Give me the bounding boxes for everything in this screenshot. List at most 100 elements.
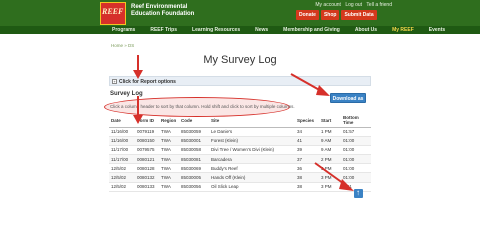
cell-site: Forest (Klein): [209, 136, 295, 146]
cell-date: 11/17/00: [109, 145, 135, 156]
cell-region: TWA: [159, 154, 179, 165]
cell-date: 12/5/02: [109, 172, 135, 183]
cell-site: Le Danie's: [209, 127, 295, 137]
cell-date: 11/17/00: [109, 154, 135, 165]
cell-date: 11/16/00: [109, 136, 135, 146]
log-out-link[interactable]: Log out: [345, 2, 362, 8]
scroll-to-top-button[interactable]: ↑: [354, 188, 363, 198]
cell-species: 38: [295, 172, 319, 183]
column-header-species[interactable]: Species: [295, 114, 319, 128]
table-row: 12/5/02 0080133 TWA 85030056 Oil Slick L…: [109, 182, 371, 192]
cell-code: 85030081: [179, 154, 209, 165]
cell-region: TWA: [159, 136, 179, 146]
table-row: 11/17/00 0080121 TWA 85030081 Barcadera …: [109, 154, 371, 165]
cell-site: Divi Tree / Women's Divi (Klein): [209, 145, 295, 156]
page-title: My Survey Log: [203, 54, 277, 66]
site-header: REEF Reef Environmental Education Founda…: [0, 0, 480, 34]
download-csv-button[interactable]: Download as .csv: [330, 93, 366, 112]
org-name: Reef Environmental Education Foundation: [131, 4, 194, 18]
nav-programs[interactable]: Programs: [112, 26, 135, 34]
form-id-link[interactable]: 0079575: [135, 145, 159, 156]
cell-region: TWA: [159, 163, 179, 174]
breadcrumb[interactable]: Home » DS: [111, 43, 134, 48]
cell-start: 2 PM: [319, 154, 341, 165]
table-row: 11/17/00 0079575 TWA 85030058 Divi Tree …: [109, 145, 371, 156]
cell-site: Buddy's Reef: [209, 163, 295, 174]
column-header-site[interactable]: Site: [209, 114, 295, 128]
sort-hint: Click a column header to sort by that co…: [110, 104, 295, 109]
expand-icon: +: [112, 79, 117, 84]
arrow-up-icon: ↑: [356, 188, 360, 197]
cell-start: 9 AM: [319, 145, 341, 156]
cell-bottom-time: 01:00: [341, 172, 371, 183]
my-account-link[interactable]: My account: [315, 2, 341, 8]
cell-start: 3 PM: [319, 172, 341, 183]
cell-bottom-time: 01:57: [341, 127, 371, 137]
org-name-line2: Education Foundation: [131, 11, 195, 17]
cell-site: Oil Slick Leap: [209, 182, 295, 192]
cell-bottom-time: 01:00: [341, 136, 371, 146]
logo-text: REEF: [102, 7, 124, 16]
nav-membership[interactable]: Membership and Giving: [283, 26, 340, 34]
cell-start: 1 PM: [319, 127, 341, 137]
table-row: 11/16/00 0079119 TWA 85030059 Le Danie's…: [109, 127, 371, 137]
report-options-label: Click for Report options: [119, 78, 176, 85]
column-header-date[interactable]: Date: [109, 114, 135, 128]
cell-region: TWA: [159, 182, 179, 192]
survey-table: Date Form ID Region Code Site Species St…: [109, 114, 371, 192]
account-links: My account Log out Tell a friend: [312, 2, 392, 8]
nav-events[interactable]: Events: [429, 26, 445, 34]
cell-species: 37: [295, 154, 319, 165]
header-buttons: Donate Shop Submit Data: [296, 10, 377, 20]
cell-species: 41: [295, 136, 319, 146]
cell-code: 85030056: [179, 182, 209, 192]
nav-reef-trips[interactable]: REEF Trips: [150, 26, 177, 34]
column-header-region[interactable]: Region: [159, 114, 179, 128]
cell-start: 3 PM: [319, 182, 341, 192]
cell-bottom-time: 01:00: [341, 145, 371, 156]
cell-date: 12/5/02: [109, 163, 135, 174]
cell-date: 11/16/00: [109, 127, 135, 137]
nav-about-us[interactable]: About Us: [355, 26, 377, 34]
survey-log-heading: Survey Log: [110, 91, 143, 97]
cell-start: 9 AM: [319, 136, 341, 146]
column-header-code[interactable]: Code: [179, 114, 209, 128]
column-header-bottom-time[interactable]: Bottom Time: [341, 114, 371, 128]
org-name-line1: Reef Environmental: [131, 4, 188, 10]
form-id-link[interactable]: 0080121: [135, 154, 159, 165]
cell-code: 85030001: [179, 136, 209, 146]
cell-species: 38: [295, 182, 319, 192]
form-id-link[interactable]: 0080128: [135, 163, 159, 174]
cell-code: 85030069: [179, 163, 209, 174]
table-header-row: Date Form ID Region Code Site Species St…: [109, 114, 371, 128]
form-id-link[interactable]: 0080150: [135, 136, 159, 146]
table-row: 12/5/02 0080132 TWA 85030005 Hands Off (…: [109, 172, 371, 183]
cell-region: TWA: [159, 172, 179, 183]
tell-a-friend-link[interactable]: Tell a friend: [366, 2, 392, 8]
cell-species: 34: [295, 127, 319, 137]
cell-site: Barcadera: [209, 154, 295, 165]
reef-logo[interactable]: REEF: [100, 2, 126, 25]
table-row: 11/16/00 0080150 TWA 85030001 Forest (Kl…: [109, 136, 371, 146]
submit-data-button[interactable]: Submit Data: [341, 10, 377, 20]
cell-species: 39: [295, 145, 319, 156]
cell-site: Hands Off (Klein): [209, 172, 295, 183]
report-options-toggle[interactable]: + Click for Report options: [109, 76, 371, 86]
form-id-link[interactable]: 0080132: [135, 172, 159, 183]
cell-code: 85030005: [179, 172, 209, 183]
form-id-link[interactable]: 0080133: [135, 182, 159, 192]
form-id-link[interactable]: 0079119: [135, 127, 159, 137]
cell-region: TWA: [159, 127, 179, 137]
donate-button[interactable]: Donate: [296, 10, 319, 20]
cell-code: 85030059: [179, 127, 209, 137]
cell-bottom-time: 01:00: [341, 154, 371, 165]
nav-news[interactable]: News: [255, 26, 268, 34]
cell-bottom-time: 01:00: [341, 163, 371, 174]
column-header-form-id[interactable]: Form ID: [135, 114, 159, 128]
cell-region: TWA: [159, 145, 179, 156]
nav-my-reef[interactable]: My REEF: [392, 26, 414, 34]
column-header-start[interactable]: Start: [319, 114, 341, 128]
shop-button[interactable]: Shop: [320, 10, 340, 20]
nav-learning-resources[interactable]: Learning Resources: [192, 26, 240, 34]
table-row: 12/5/02 0080128 TWA 85030069 Buddy's Ree…: [109, 163, 371, 174]
